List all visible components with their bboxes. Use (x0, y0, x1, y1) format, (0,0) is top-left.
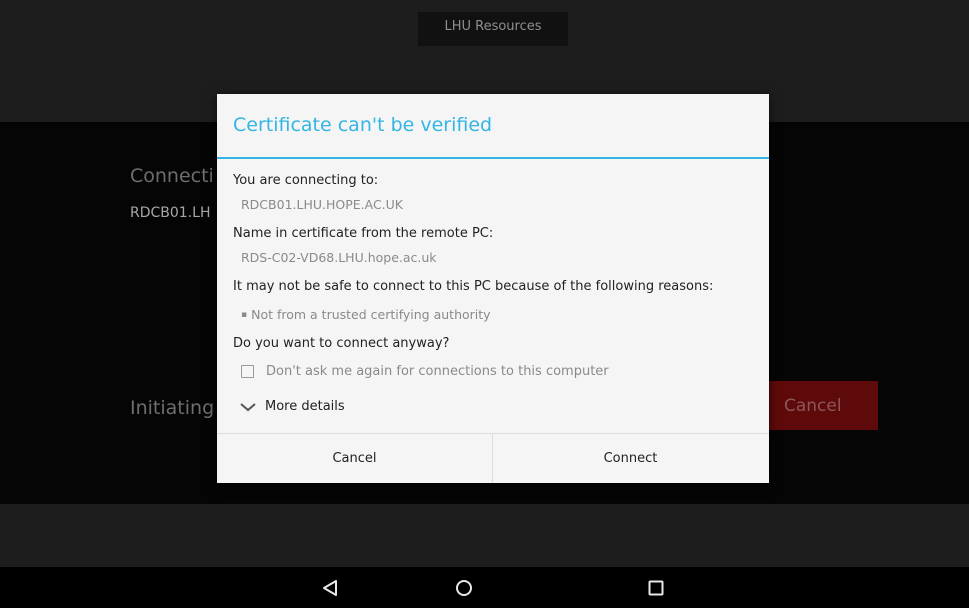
app-title: LHU Resources (444, 19, 542, 34)
recents-button[interactable] (631, 570, 681, 606)
cancel-button[interactable]: Cancel (217, 434, 492, 483)
screen: LHU Resources Connecti RDCB01.LH Initiat… (0, 0, 969, 608)
dont-ask-checkbox[interactable] (241, 365, 254, 378)
dont-ask-label: Don't ask me again for connections to th… (266, 364, 609, 379)
chevron-down-icon (240, 402, 256, 411)
pc-name-text: RDCB01.LH (130, 205, 211, 221)
app-footer (0, 504, 969, 567)
connect-button[interactable]: Connect (493, 434, 768, 483)
back-icon (323, 580, 337, 596)
reason-list-item: ▪ Not from a trusted certifying authorit… (241, 307, 491, 322)
more-details-label: More details (265, 399, 345, 414)
cert-name-value: RDS-C02-VD68.LHU.hope.ac.uk (241, 250, 437, 265)
connecting-value: RDCB01.LHU.HOPE.AC.UK (241, 197, 404, 212)
title-divider (217, 157, 769, 159)
navigation-bar (0, 567, 969, 608)
certificate-dialog: Certificate can't be verified You are co… (217, 94, 769, 483)
progress-status-text: Initiating (130, 397, 215, 419)
bullet-icon: ▪ (241, 310, 248, 320)
dialog-title: Certificate can't be verified (233, 114, 493, 136)
connecting-label: You are connecting to: (233, 173, 379, 188)
reason-text: Not from a trusted certifying authority (251, 307, 491, 322)
more-details-toggle[interactable]: More details (239, 399, 345, 414)
home-button[interactable] (439, 570, 489, 606)
dont-ask-checkbox-row[interactable]: Don't ask me again for connections to th… (241, 364, 609, 379)
back-button[interactable] (305, 570, 355, 606)
home-icon (456, 580, 472, 596)
reasons-label: It may not be safe to connect to this PC… (233, 279, 714, 294)
connection-status-text: Connecti (130, 165, 214, 187)
background-cancel-button[interactable]: Cancel (768, 381, 878, 430)
cert-name-label: Name in certificate from the remote PC: (233, 226, 494, 241)
connect-question: Do you want to connect anyway? (233, 336, 450, 351)
recents-icon (648, 580, 664, 596)
